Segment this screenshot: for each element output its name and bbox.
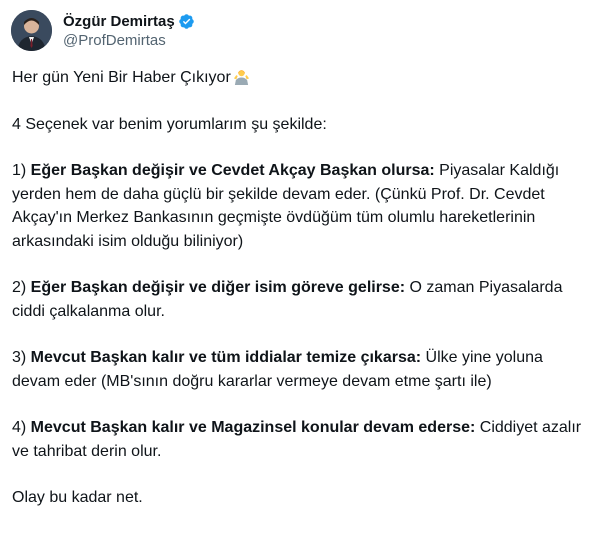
- option-4: 4) Mevcut Başkan kalır ve Magazinsel kon…: [12, 416, 582, 463]
- option-2-condition: Eğer Başkan değişir ve diğer isim göreve…: [30, 279, 406, 296]
- author-names: Özgür Demirtaş @ProfDemirtas: [63, 11, 195, 49]
- option-1-number: 1): [12, 162, 31, 179]
- intro-text: Her gün Yeni Bir Haber Çıkıyor: [12, 69, 231, 86]
- tweet-header: Özgür Demirtaş @ProfDemirtas: [11, 10, 195, 51]
- tweet-setup: 4 Seçenek var benim yorumlarım şu şekild…: [12, 115, 327, 133]
- author-handle[interactable]: @ProfDemirtas: [63, 32, 195, 49]
- option-4-number: 4): [12, 419, 31, 436]
- verified-badge-icon[interactable]: [178, 13, 195, 30]
- tweet-closing: Olay bu kadar net.: [12, 489, 143, 506]
- name-row: Özgür Demirtaş: [63, 11, 195, 31]
- option-4-condition: Mevcut Başkan kalır ve Magazinsel konula…: [30, 419, 476, 436]
- option-2: 2) Eğer Başkan değişir ve diğer isim gör…: [12, 276, 582, 323]
- option-3-condition: Mevcut Başkan kalır ve tüm iddialar temi…: [30, 349, 422, 366]
- option-2-number: 2): [12, 279, 31, 296]
- option-3-number: 3): [12, 349, 31, 366]
- author-display-name[interactable]: Özgür Demirtaş: [63, 13, 175, 30]
- option-1-condition: Eğer Başkan değişir ve Cevdet Akçay Başk…: [30, 162, 435, 179]
- avatar[interactable]: [11, 10, 52, 51]
- person-shrugging-emoji-icon: [233, 68, 250, 85]
- option-3: 3) Mevcut Başkan kalır ve tüm iddialar t…: [12, 346, 582, 393]
- option-1: 1) Eğer Başkan değişir ve Cevdet Akçay B…: [12, 159, 582, 253]
- tweet-intro: Her gün Yeni Bir Haber Çıkıyor: [12, 66, 582, 90]
- tweet-text: Her gün Yeni Bir Haber Çıkıyor 4 Seçenek…: [12, 66, 582, 533]
